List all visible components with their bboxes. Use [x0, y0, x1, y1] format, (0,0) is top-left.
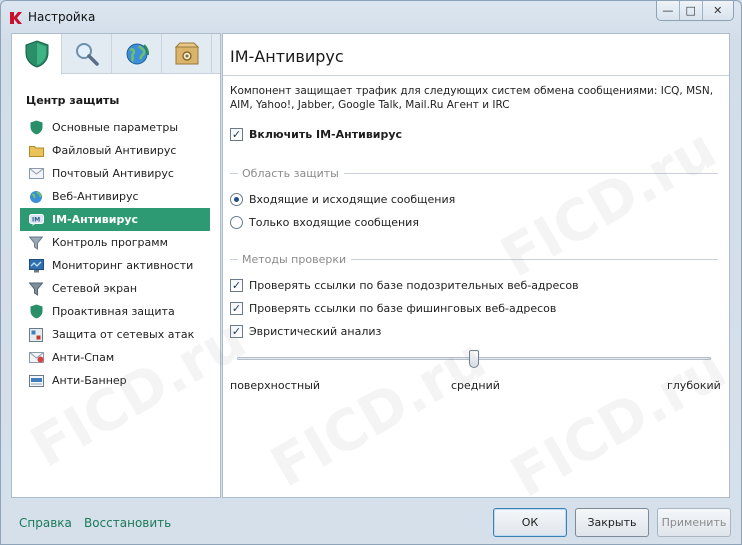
im-icon: IM [28, 212, 44, 228]
help-link[interactable]: Справка [19, 516, 72, 530]
section-title: Центр защиты [26, 94, 120, 107]
radio-incoming-outgoing[interactable]: Входящие и исходящие сообщения [230, 193, 455, 206]
sidebar-item-mail-antivirus[interactable]: Почтовый Антивирус [20, 162, 210, 185]
sidebar-item-label: IM-Антивирус [52, 213, 139, 226]
funnel-icon [28, 235, 44, 251]
slider-thumb[interactable] [469, 350, 479, 368]
tab-advanced[interactable] [162, 34, 212, 74]
page-title: IM-Антивирус [230, 47, 344, 66]
tab-scan[interactable] [62, 34, 112, 74]
sidebar-item-label: Мониторинг активности [52, 259, 194, 272]
sidebar-item-label: Защита от сетевых атак [52, 328, 195, 341]
radio-button[interactable] [230, 193, 243, 206]
sidebar-item-label: Анти-Спам [52, 351, 115, 364]
antibanner-icon [28, 373, 44, 389]
sidebar-item-proactive[interactable]: Проактивная защита [20, 300, 210, 323]
sidebar-nav: Основные параметры Файловый Антивирус По… [20, 116, 210, 392]
ok-button[interactable]: ОК [493, 508, 567, 537]
checkbox-box[interactable]: ✓ [230, 279, 243, 292]
sidebar-item-app-control[interactable]: Контроль программ [20, 231, 210, 254]
title-bar: Настройка — □ ✕ [1, 1, 741, 31]
check-phishing-urls-checkbox[interactable]: ✓ Проверять ссылки по базе фишинговых ве… [230, 302, 556, 315]
title-divider [223, 75, 729, 76]
shield-icon [25, 40, 48, 68]
sidebar-item-label: Основные параметры [52, 121, 179, 134]
magnifier-icon [75, 43, 99, 66]
sidebar-item-web-antivirus[interactable]: Веб-Антивирус [20, 185, 210, 208]
sidebar-item-label: Проактивная защита [52, 305, 175, 318]
checkbox-box[interactable]: ✓ [230, 302, 243, 315]
group-divider [230, 172, 238, 174]
envelope-icon [28, 166, 44, 182]
antispam-icon [28, 350, 44, 366]
close-window-button[interactable]: ✕ [703, 1, 733, 20]
svg-text:IM: IM [32, 216, 40, 223]
heuristic-analysis-checkbox[interactable]: ✓ Эвристический анализ [230, 325, 381, 338]
group-divider [343, 172, 718, 174]
sidebar-item-label: Почтовый Антивирус [52, 167, 174, 180]
tab-update[interactable] [112, 34, 162, 74]
checkbox-box[interactable]: ✓ [230, 128, 243, 141]
tab-protection[interactable] [12, 34, 62, 75]
window-controls: — □ ✕ [656, 1, 734, 21]
radio-label: Только входящие сообщения [249, 216, 419, 229]
group-divider [351, 258, 718, 260]
component-description: Компонент защищает трафик для следующих … [230, 85, 714, 111]
folder-icon [28, 143, 44, 159]
firewall-icon [28, 281, 44, 297]
globe-icon [28, 189, 44, 205]
radio-incoming-only[interactable]: Только входящие сообщения [230, 216, 419, 229]
minimize-button[interactable]: — [657, 1, 680, 20]
close-button[interactable]: Закрыть [575, 508, 649, 537]
slider-label-shallow: поверхностный [230, 379, 321, 392]
sidebar-item-label: Сетевой экран [52, 282, 138, 295]
sidebar-item-firewall[interactable]: Сетевой экран [20, 277, 210, 300]
checkbox-label: Проверять ссылки по базе фишинговых веб-… [249, 302, 557, 315]
radio-label: Входящие и исходящие сообщения [249, 193, 456, 206]
sidebar-item-label: Веб-Антивирус [52, 190, 139, 203]
maximize-button[interactable]: □ [680, 1, 703, 20]
network-attack-icon [28, 327, 44, 343]
sidebar-item-network-attacks[interactable]: Защита от сетевых атак [20, 323, 210, 346]
checkbox-box[interactable]: ✓ [230, 325, 243, 338]
sidebar: Центр защиты Основные параметры Файловый… [11, 33, 221, 498]
scope-group-header: Область защиты [230, 166, 718, 180]
sidebar-item-antibanner[interactable]: Анти-Баннер [20, 369, 210, 392]
sidebar-item-label: Контроль программ [52, 236, 168, 249]
group-label: Методы проверки [242, 252, 347, 266]
kaspersky-logo-icon [10, 12, 22, 24]
radio-button[interactable] [230, 216, 243, 229]
sidebar-tabs [12, 34, 220, 75]
monitor-icon [28, 258, 44, 274]
radio-selected-dot [234, 197, 239, 202]
sidebar-item-label: Анти-Баннер [52, 374, 127, 387]
check-suspicious-urls-checkbox[interactable]: ✓ Проверять ссылки по базе подозрительны… [230, 279, 579, 292]
shield-icon [28, 120, 44, 136]
sidebar-item-im-antivirus[interactable]: IM IM-Антивирус [20, 208, 210, 231]
slider-label-deep: глубокий [667, 379, 721, 392]
enable-im-antivirus-checkbox[interactable]: ✓ Включить IM-Антивирус [230, 128, 402, 141]
checkbox-label: Проверять ссылки по базе подозрительных … [249, 279, 579, 292]
restore-link[interactable]: Восстановить [84, 516, 171, 530]
methods-group-header: Методы проверки [230, 252, 718, 266]
enable-label: Включить IM-Антивирус [249, 128, 403, 141]
gear-box-icon [174, 42, 199, 65]
sidebar-item-label: Файловый Антивирус [52, 144, 177, 157]
sidebar-item-file-antivirus[interactable]: Файловый Антивирус [20, 139, 210, 162]
settings-window: Настройка — □ ✕ Центр защиты Основные па… [0, 0, 742, 545]
globe-icon [126, 43, 149, 65]
heuristic-level-slider[interactable] [237, 350, 711, 370]
slider-label-medium: средний [451, 379, 500, 392]
settings-panel: IM-Антивирус Компонент защищает трафик д… [222, 33, 730, 498]
group-divider [230, 258, 238, 260]
sidebar-item-antispam[interactable]: Анти-Спам [20, 346, 210, 369]
shield-icon [28, 304, 44, 320]
sidebar-item-activity-monitor[interactable]: Мониторинг активности [20, 254, 210, 277]
window-title: Настройка [28, 10, 96, 24]
sidebar-item-general[interactable]: Основные параметры [20, 116, 210, 139]
group-label: Область защиты [242, 166, 339, 180]
apply-button[interactable]: Применить [657, 508, 731, 537]
checkbox-label: Эвристический анализ [249, 325, 382, 338]
